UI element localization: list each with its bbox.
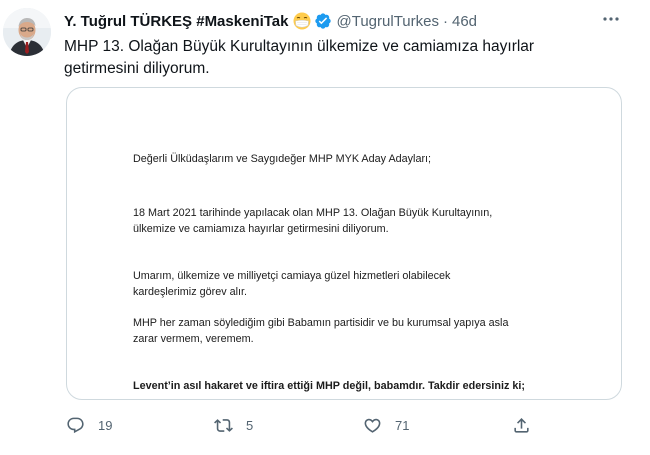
reply-count: 19 [98,417,113,433]
share-icon [514,417,529,433]
tweet-text: MHP 13. Olağan Büyük Kurultayının ülkemi… [64,38,535,77]
letter-content: Değerli Ülküdaşlarım ve Saygıdeğer MHP M… [133,151,593,394]
like-button[interactable]: 71 [363,412,409,438]
avatar-image [3,8,51,56]
author-handle[interactable]: @TugrulTurkes [337,13,439,30]
letter-salutation: Değerli Ülküdaşlarım ve Saygıdeğer MHP M… [133,153,432,165]
like-count: 71 [395,417,410,433]
letter-cut-off-text [133,394,563,399]
more-button[interactable] [600,10,622,28]
tweet-timestamp[interactable]: 46d [452,13,477,30]
face-with-mask-emoji-icon [293,12,311,30]
avatar[interactable] [3,8,51,56]
more-icon [603,17,619,21]
letter-paragraph-3-line-1: MHP her zaman söylediğim gibi Babamın pa… [133,317,509,329]
letter-paragraph-3-line-2: zarar vermem, veremem. [133,333,254,345]
separator-dot: · [442,12,448,30]
tweet-media-image[interactable]: Değerli Ülküdaşlarım ve Saygıdeğer MHP M… [66,87,622,400]
tweet[interactable]: Y. Tuğrul TÜRKEŞ #MaskeniTak @TugrulTurk… [0,0,650,455]
retweet-button[interactable]: 5 [214,412,253,438]
retweet-count: 5 [246,417,254,433]
verified-badge-icon [314,12,332,30]
share-button[interactable] [512,412,531,438]
reply-button[interactable]: 19 [66,412,112,438]
letter-paragraph-1-line-1: 18 Mart 2021 tarihinde yapılacak olan MH… [133,207,493,219]
author-name[interactable]: Y. Tuğrul TÜRKEŞ #MaskeniTak [64,13,289,30]
tweet-actions: 19 5 71 [60,412,560,438]
reply-icon [67,417,84,433]
retweet-icon [214,418,233,432]
letter-bold-line: Levent’in asıl hakaret ve iftira ettiği … [133,380,526,392]
tweet-header: Y. Tuğrul TÜRKEŞ #MaskeniTak @TugrulTurk… [64,11,477,31]
letter-paragraph-2-line-2: kardeşlerimiz görev alır. [133,286,248,298]
letter-paragraph-2-line-1: Umarım, ülkemize ve milliyetçi camiaya g… [133,270,451,282]
letter-paragraph-1-line-2: ülkemize ve camiamıza hayırlar getirmesi… [133,223,389,235]
like-icon [364,418,381,433]
